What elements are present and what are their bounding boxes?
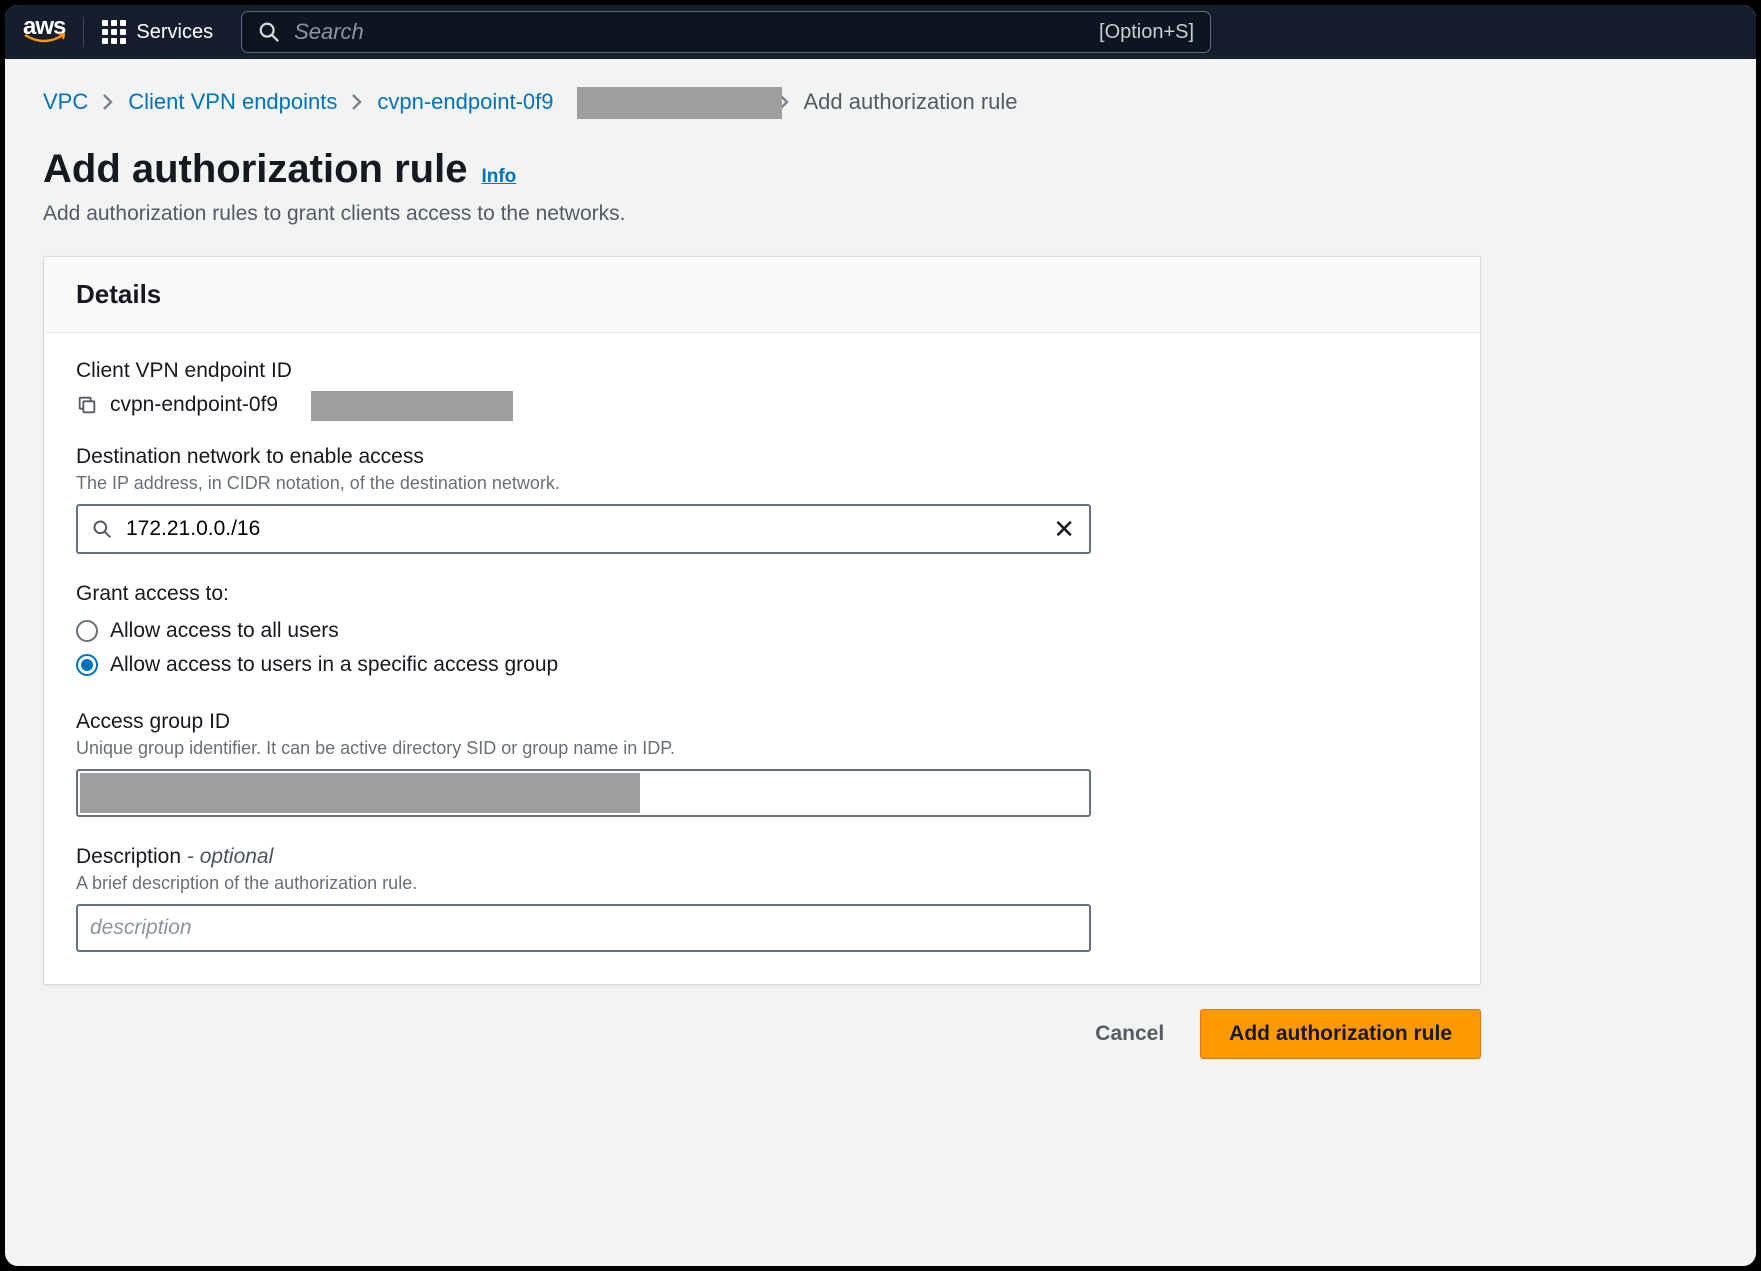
endpoint-id-value: cvpn-endpoint-0f9	[110, 393, 278, 417]
chevron-right-icon	[351, 93, 363, 111]
search-icon	[92, 519, 112, 539]
top-nav: aws Services [Option+S]	[5, 5, 1756, 59]
breadcrumb-current: Add authorization rule	[804, 89, 1018, 115]
breadcrumb-vpc[interactable]: VPC	[43, 89, 88, 115]
panel-heading: Details	[76, 279, 1448, 310]
radio-allow-all[interactable]: Allow access to all users	[76, 614, 1448, 648]
radio-icon	[76, 620, 98, 642]
aws-logo[interactable]: aws	[23, 17, 65, 48]
breadcrumb: VPC Client VPN endpoints cvpn-endpoint-0…	[43, 89, 1718, 115]
breadcrumb-endpoint[interactable]: cvpn-endpoint-0f9	[377, 89, 763, 114]
page-subtitle: Add authorization rules to grant clients…	[43, 202, 1718, 226]
grid-icon	[102, 20, 126, 44]
radio-allow-group-label: Allow access to users in a specific acce…	[110, 653, 558, 677]
services-menu[interactable]: Services	[102, 20, 213, 44]
breadcrumb-client-vpn[interactable]: Client VPN endpoints	[128, 89, 337, 115]
access-group-label: Access group ID	[76, 710, 1448, 734]
clear-icon[interactable]: ✕	[1053, 514, 1075, 545]
details-panel: Details Client VPN endpoint ID cvpn-endp…	[43, 256, 1481, 985]
aws-smile-icon	[23, 33, 65, 47]
radio-allow-all-label: Allow access to all users	[110, 619, 339, 643]
add-authorization-rule-button[interactable]: Add authorization rule	[1200, 1009, 1481, 1059]
chevron-right-icon	[102, 93, 114, 111]
access-group-hint: Unique group identifier. It can be activ…	[76, 738, 1448, 759]
description-input[interactable]	[76, 904, 1091, 952]
endpoint-id-label: Client VPN endpoint ID	[76, 359, 1448, 383]
copy-icon[interactable]	[76, 394, 98, 416]
destination-hint: The IP address, in CIDR notation, of the…	[76, 473, 1448, 494]
cancel-button[interactable]: Cancel	[1087, 1010, 1172, 1058]
description-hint: A brief description of the authorization…	[76, 873, 1448, 894]
access-group-input[interactable]	[76, 769, 1091, 817]
destination-input[interactable]	[126, 517, 1039, 541]
radio-icon	[76, 654, 98, 676]
redaction-mask	[311, 391, 513, 421]
services-label: Services	[136, 21, 213, 44]
radio-allow-group[interactable]: Allow access to users in a specific acce…	[76, 648, 1448, 682]
nav-divider	[83, 17, 84, 47]
search-input[interactable]	[294, 19, 1085, 45]
info-link[interactable]: Info	[481, 166, 516, 188]
description-label: Description - optional	[76, 845, 1448, 869]
search-shortcut: [Option+S]	[1099, 21, 1194, 44]
grant-access-label: Grant access to:	[76, 582, 1448, 606]
destination-label: Destination network to enable access	[76, 445, 1448, 469]
page-title: Add authorization rule	[43, 147, 467, 192]
global-search[interactable]: [Option+S]	[241, 11, 1211, 53]
search-icon	[258, 21, 280, 43]
destination-input-wrap: ✕	[76, 504, 1091, 554]
